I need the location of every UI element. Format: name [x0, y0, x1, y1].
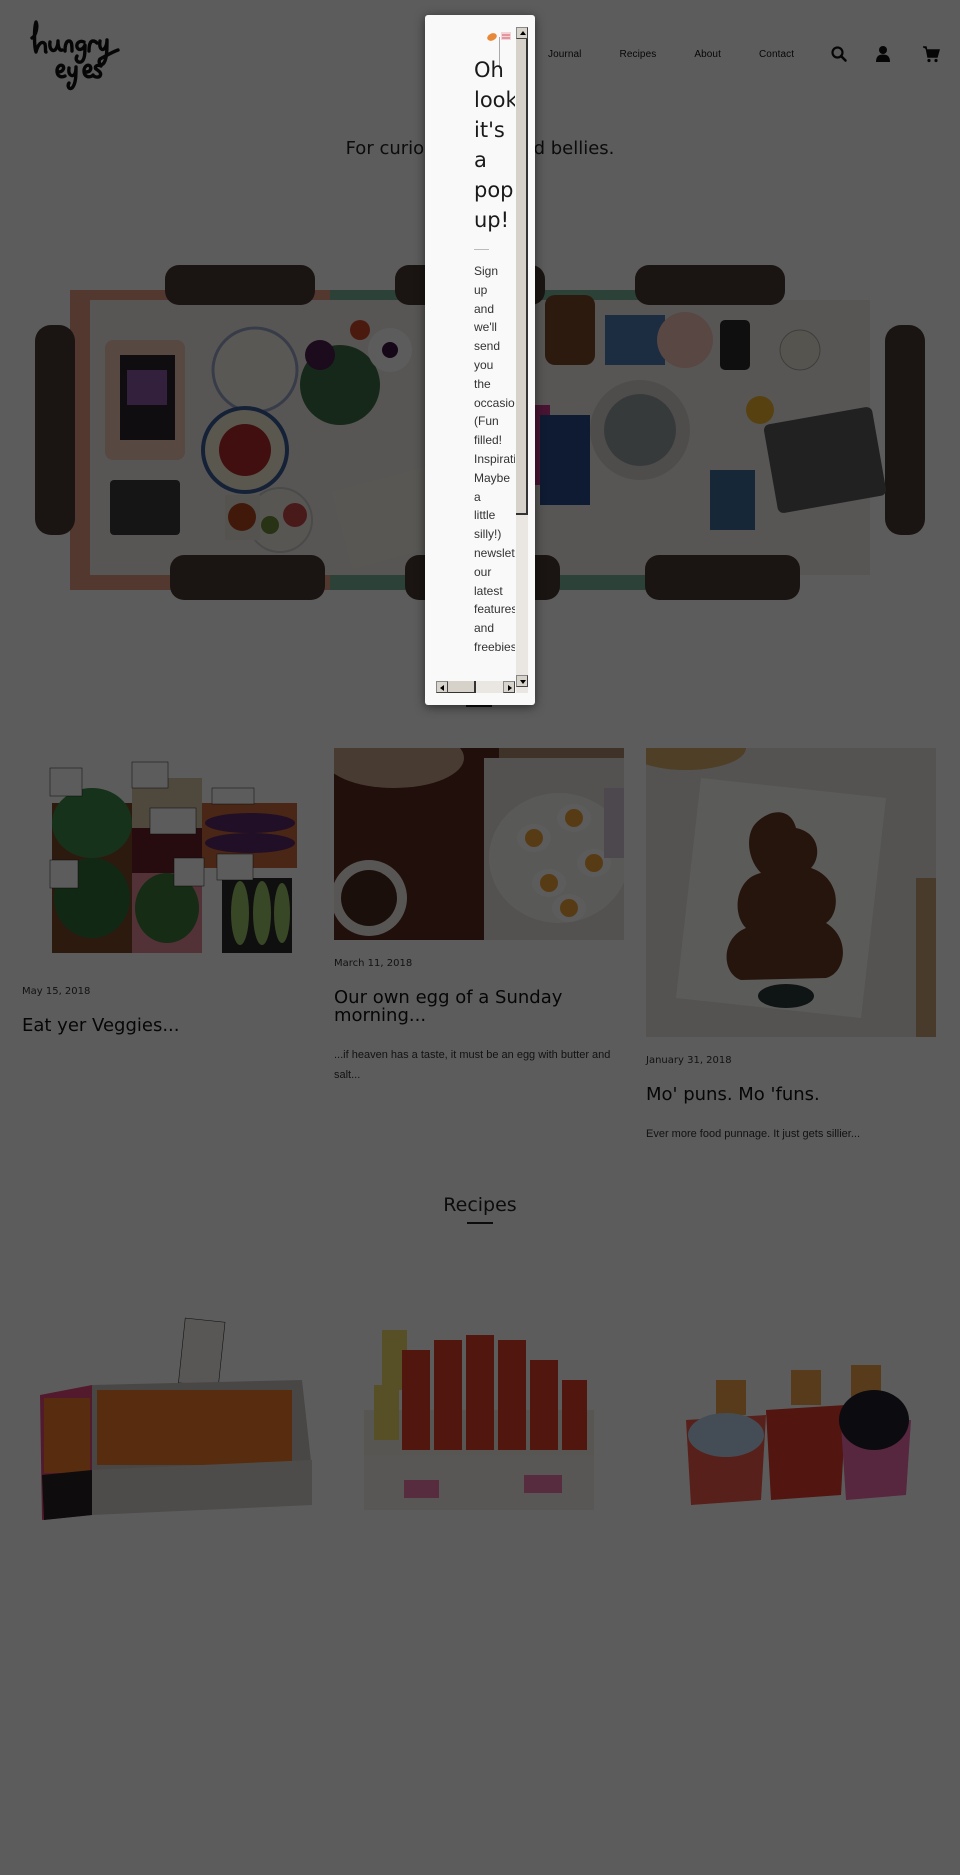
- scroll-down-button[interactable]: [516, 675, 528, 687]
- vertical-scroll-thumb[interactable]: [516, 39, 528, 515]
- arrow-right-icon: [508, 685, 512, 691]
- newsletter-popup: Oh look it's a pop up! Sign up and we'll sen…: [425, 15, 535, 705]
- popup-title-line: a: [474, 148, 487, 172]
- popup-body-line: newsletter: [474, 545, 515, 560]
- popup-content: Oh look it's a pop up! Sign up and we'll sen…: [474, 55, 515, 657]
- popup-body-line: filled!: [474, 433, 503, 448]
- popup-body-line: our: [474, 564, 492, 579]
- popup-body-line: silly!): [474, 527, 502, 542]
- popup-body-line: Sign: [474, 264, 499, 278]
- popup-body-line: Maybe: [474, 470, 511, 485]
- horizontal-scroll-thumb[interactable]: [448, 681, 476, 693]
- arrow-down-icon: [520, 680, 526, 684]
- horizontal-scrollbar[interactable]: [436, 681, 515, 693]
- scroll-up-button[interactable]: [516, 27, 528, 39]
- popup-body-line: send: [474, 339, 501, 354]
- popup-body-line: features: [474, 602, 515, 617]
- popup-body-line: latest: [474, 583, 503, 598]
- popup-body-line: freebies: [474, 639, 515, 654]
- popup-rule: [474, 249, 489, 250]
- popup-title: Oh look it's a pop up!: [474, 55, 515, 235]
- popup-title-line: up!: [474, 208, 510, 232]
- popup-title-line: pop: [474, 178, 514, 202]
- popup-body-line: and: [474, 301, 495, 316]
- arrow-left-icon: [440, 685, 444, 691]
- popup-body-line: little: [474, 508, 496, 523]
- popup-body: Sign up and we'll send you the occasional (Fun fi…: [474, 262, 515, 657]
- popup-body-line: Inspiration: [474, 451, 515, 466]
- scroll-right-button[interactable]: [503, 681, 515, 693]
- popup-body-line: (Fun: [474, 414, 499, 429]
- popup-body-line: and: [474, 621, 495, 636]
- bread-icon: [487, 33, 497, 41]
- popup-body-line: up: [474, 282, 488, 297]
- scroll-left-button[interactable]: [436, 681, 448, 693]
- popup-body-line: a: [474, 489, 481, 504]
- popup-body-line: the: [474, 376, 491, 391]
- popup-title-line: it's: [474, 118, 505, 142]
- popup-body-line: occasional: [474, 395, 515, 410]
- popup-title-line: look: [474, 88, 515, 112]
- bacon-icon: [501, 32, 511, 40]
- popup-title-line: Oh: [474, 58, 504, 82]
- vertical-scrollbar[interactable]: [516, 27, 528, 693]
- popup-body-line: you: [474, 357, 494, 372]
- popup-icons: [486, 29, 514, 41]
- arrow-up-icon: [520, 31, 526, 35]
- popup-body-line: we'll: [474, 320, 497, 335]
